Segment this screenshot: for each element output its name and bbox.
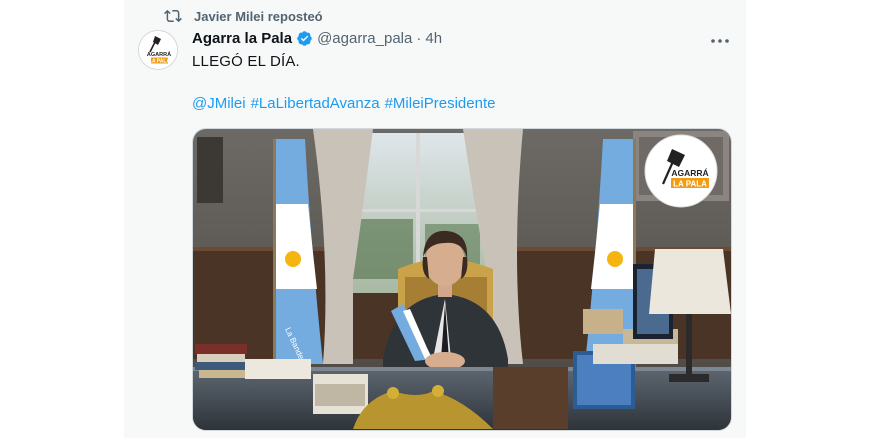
hashtag-link[interactable]: #MileiPresidente [385, 95, 496, 112]
tweet-card[interactable]: Javier Milei reposteó AGARRÁ LA PALA Aga… [124, 0, 746, 438]
watermark-text-bottom: LA PALA [673, 180, 707, 189]
repost-label: Javier Milei reposteó [194, 8, 323, 24]
tweet-hashtags: @JMilei #LaLibertadAvanza #MileiPresiden… [192, 95, 495, 112]
separator-dot: · [416, 30, 422, 47]
hashtag-link[interactable]: #LaLibertadAvanza [251, 95, 380, 112]
presidential-office-photo: La Bandera AGARRÁ LA PALA [193, 129, 731, 430]
tweet-body-text: LLEGÓ EL DÍA. [192, 53, 300, 70]
author-display-name[interactable]: Agarra la Pala [192, 30, 292, 47]
left-margin [0, 0, 124, 438]
author-avatar[interactable]: AGARRÁ LA PALA [138, 30, 178, 70]
avatar-text-bottom: LA PALA [149, 58, 170, 64]
avatar-text-top: AGARRÁ [147, 51, 171, 58]
repost-context: Javier Milei reposteó [164, 7, 323, 25]
shovel-logo-icon: AGARRÁ LA PALA [139, 31, 177, 69]
author-handle[interactable]: @agarra_pala [317, 30, 412, 47]
tweet-media-image[interactable]: La Bandera AGARRÁ LA PALA [192, 128, 732, 431]
mention-link[interactable]: @JMilei [192, 95, 246, 112]
tweet-header: Agarra la Pala @agarra_pala · 4h [192, 30, 442, 47]
right-margin [746, 0, 870, 438]
verified-badge-icon[interactable] [296, 30, 313, 47]
more-options-icon[interactable] [709, 32, 731, 50]
tweet-timestamp[interactable]: 4h [425, 30, 442, 47]
watermark-text-top: AGARRÁ [671, 168, 708, 178]
repost-icon [164, 9, 182, 23]
